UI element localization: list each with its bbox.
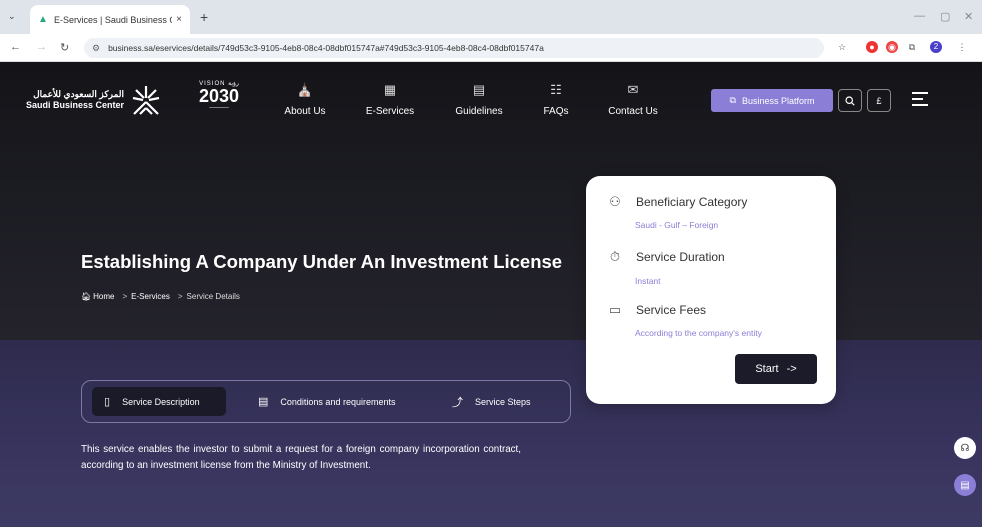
- service-tabs: ▯ Service Description ▤ Conditions and r…: [81, 380, 571, 423]
- breadcrumb-separator: >: [122, 292, 128, 301]
- profile-avatar[interactable]: 2: [930, 41, 942, 53]
- extension-icon[interactable]: ●: [866, 41, 878, 53]
- url-field[interactable]: ⚙ business.sa/eservices/details/749d53c3…: [84, 38, 824, 58]
- nav-contact-us[interactable]: ✉ Contact Us: [593, 82, 673, 117]
- browser-tab-bar: ⌄ ▲ E-Services | Saudi Business Cen × + …: [0, 0, 982, 34]
- new-tab-button[interactable]: +: [200, 9, 208, 25]
- nav-faqs[interactable]: ☷ FAQs: [516, 82, 596, 117]
- duration-title: Service Duration: [636, 250, 725, 264]
- tab-service-steps[interactable]: ⤴ Service Steps: [452, 387, 531, 416]
- extension-icon[interactable]: ◉: [886, 41, 898, 53]
- search-button[interactable]: [838, 89, 862, 112]
- steps-icon: ⤴: [452, 396, 463, 409]
- nav-label: Contact Us: [608, 106, 658, 117]
- forward-icon[interactable]: →: [36, 41, 47, 53]
- tab-conditions[interactable]: ▤ Conditions and requirements: [258, 387, 395, 416]
- minimize-icon[interactable]: —: [914, 10, 925, 22]
- logo-english-text: Saudi Business Center: [26, 100, 125, 110]
- nav-guidelines[interactable]: ▤ Guidelines: [439, 82, 519, 117]
- breadcrumb: 🏠︎ Home > E-Services > Service Details: [81, 292, 240, 301]
- nav-e-services[interactable]: ▦ E-Services: [350, 82, 430, 117]
- document-icon: ▯: [104, 396, 111, 408]
- bookmark-star-icon[interactable]: ☆: [836, 41, 848, 53]
- nav-label: Guidelines: [455, 106, 503, 117]
- browser-menu-icon[interactable]: ⋮: [956, 41, 968, 53]
- service-info-card: ⚇ Beneficiary Category Saudi - Gulf – Fo…: [586, 176, 836, 404]
- tab-title: E-Services | Saudi Business Cen: [54, 14, 172, 25]
- breadcrumb-details: Service Details: [186, 292, 240, 301]
- checklist-icon: ▤: [258, 396, 269, 408]
- fees-title: Service Fees: [636, 303, 707, 317]
- maximize-icon[interactable]: ▢: [940, 10, 950, 23]
- book-icon: ▤: [472, 82, 486, 97]
- tab-service-description[interactable]: ▯ Service Description: [92, 387, 226, 416]
- monitor-icon: ▦: [383, 82, 397, 97]
- faq-icon: ☷: [550, 82, 562, 97]
- timer-icon: ⏱: [609, 249, 621, 264]
- breadcrumb-home[interactable]: Home: [93, 292, 114, 301]
- currency-button[interactable]: £: [867, 89, 891, 112]
- logo-arabic-text: المركز السعودي للأعمال: [33, 89, 125, 99]
- vision-2030-logo: VISION رؤية 2030 ━━━━━━━━: [193, 80, 245, 110]
- nav-label: About Us: [284, 106, 326, 117]
- logo-mark-icon: [132, 86, 160, 115]
- back-icon[interactable]: ←: [10, 41, 21, 53]
- fees-value: According to the company's entity: [635, 328, 762, 338]
- beneficiary-value: Saudi - Gulf – Foreign: [635, 220, 719, 230]
- page-title: Establishing A Company Under An Investme…: [81, 251, 563, 272]
- building-icon: ⛪: [296, 82, 314, 97]
- tab-close-icon[interactable]: ×: [176, 14, 182, 25]
- reload-icon[interactable]: ↻: [60, 41, 69, 54]
- address-bar: ← → ↻ ⚙ business.sa/eservices/details/74…: [0, 34, 982, 62]
- service-description-text: This service enables the investor to sub…: [81, 444, 521, 471]
- close-window-icon[interactable]: ✕: [964, 10, 973, 23]
- start-label: Start: [755, 363, 779, 375]
- menu-icon[interactable]: [912, 92, 928, 110]
- start-button[interactable]: Start ->: [735, 354, 817, 384]
- site-favicon-icon: ▲: [38, 14, 48, 25]
- nav-label: FAQs: [543, 106, 569, 117]
- duration-value: Instant: [635, 276, 661, 286]
- contact-icon: ✉: [627, 82, 639, 97]
- duration-row: ⏱ Service Duration: [607, 249, 725, 265]
- business-platform-label: Business Platform: [741, 95, 815, 106]
- nav-label: E-Services: [365, 106, 415, 117]
- home-icon: 🏠︎: [81, 292, 92, 301]
- tab-label: Service Steps: [475, 396, 531, 407]
- page: المركز السعودي للأعمال Saudi Business Ce…: [0, 62, 982, 527]
- beneficiary-row: ⚇ Beneficiary Category: [607, 194, 747, 210]
- url-text: business.sa/eservices/details/749d53c3-9…: [108, 43, 544, 53]
- business-platform-button[interactable]: ⧉ Business Platform: [711, 89, 833, 112]
- nav-about-us[interactable]: ⛪ About Us: [265, 82, 345, 117]
- chat-support-icon[interactable]: ☊: [954, 437, 976, 459]
- vision-year: 2030: [198, 86, 240, 106]
- beneficiary-title: Beneficiary Category: [636, 195, 748, 209]
- tab-search-icon[interactable]: ⌄: [8, 11, 16, 22]
- extensions-puzzle-icon[interactable]: ⧉: [906, 41, 918, 53]
- breadcrumb-separator: >: [177, 292, 183, 301]
- browser-tab[interactable]: ▲ E-Services | Saudi Business Cen ×: [30, 5, 190, 34]
- tab-label: Conditions and requirements: [280, 396, 396, 407]
- search-icon: [845, 95, 855, 106]
- money-icon: ▭: [608, 302, 622, 317]
- currency-symbol: £: [876, 95, 882, 106]
- site-logo[interactable]: المركز السعودي للأعمال Saudi Business Ce…: [26, 84, 162, 116]
- arrow-right-icon: ->: [786, 363, 797, 375]
- breadcrumb-eservices[interactable]: E-Services: [131, 292, 170, 301]
- fees-row: ▭ Service Fees: [607, 302, 706, 318]
- users-icon: ⚇: [609, 194, 621, 209]
- tab-label: Service Description: [122, 396, 200, 407]
- site-info-icon[interactable]: ⚙: [92, 43, 100, 54]
- feedback-icon[interactable]: ▤: [954, 474, 976, 496]
- external-link-icon: ⧉: [729, 95, 736, 105]
